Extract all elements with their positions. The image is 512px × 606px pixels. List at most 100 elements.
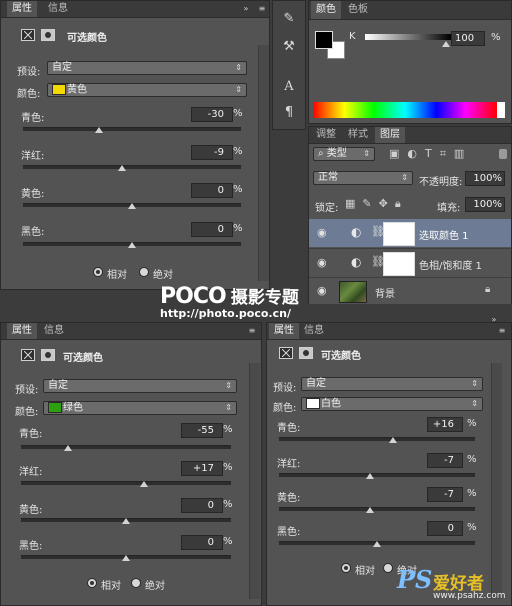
tab-properties[interactable]: 属性 [269,323,299,339]
absolute-radio[interactable] [139,267,149,277]
black-slider-thumb[interactable] [128,242,136,248]
cyan-input[interactable]: +16 [427,417,463,432]
black-slider-thumb[interactable] [373,541,381,547]
color-select[interactable]: 白色 ⇕ [301,397,483,411]
cyan-slider-track[interactable] [279,437,475,441]
spectrum-white[interactable] [497,102,505,118]
magenta-slider-thumb[interactable] [118,165,127,171]
brush-presets-icon[interactable]: ✎ [279,9,299,29]
mask-icon[interactable] [41,349,55,361]
preset-select[interactable]: 自定 ⇕ [47,61,247,75]
visibility-eye-icon[interactable]: ◉ [317,226,327,239]
filter-icons[interactable]: ▣◐T⌗▥ [389,147,472,161]
absolute-radio[interactable] [131,578,141,588]
magenta-input[interactable]: +17 [181,461,223,476]
cyan-pct: % [233,108,243,119]
yellow-input[interactable]: 0 [181,498,223,513]
black-input[interactable]: 0 [181,535,223,550]
color-select[interactable]: 绿色 ⇕ [43,401,237,415]
blend-mode-select[interactable]: 正常 ⇕ [313,171,413,185]
preset-select[interactable]: 自定 ⇕ [301,377,483,391]
character-icon[interactable]: A [279,77,299,97]
spectrum-ramp[interactable] [313,102,497,118]
yellow-input[interactable]: -7 [427,487,463,502]
cyan-slider-thumb[interactable] [95,127,104,133]
cyan-slider-track[interactable] [23,127,241,131]
cyan-input[interactable]: -30 [191,107,233,122]
panel-menu-icon[interactable]: ≡ [497,326,507,336]
magenta-slider-track[interactable] [279,473,475,477]
relative-radio[interactable] [87,578,97,588]
tab-properties[interactable]: 属性 [7,1,37,17]
tab-layers[interactable]: 图层 [375,127,405,143]
scrollbar[interactable] [249,363,260,599]
black-pct: % [467,522,477,533]
tab-styles[interactable]: 样式 [343,127,373,143]
mask-icon[interactable] [299,347,313,359]
black-input[interactable]: 0 [191,222,233,237]
paragraph-icon[interactable]: ¶ [279,103,299,123]
layer-filter-select[interactable]: ⌕ 类型 ⇕ [313,147,375,161]
preset-value: 自定 [306,378,326,389]
lock-icons[interactable]: ▦✎✥🔒︎ [345,197,408,211]
collapse-icon[interactable]: » [489,315,499,325]
yellow-input[interactable]: 0 [191,183,233,198]
magenta-slider-thumb[interactable] [139,481,148,487]
k-slider-thumb[interactable] [442,41,450,47]
magenta-pct: % [223,462,233,473]
color-value: 绿色 [63,402,83,414]
poco-brand: POCO [160,284,227,309]
preset-select[interactable]: 自定 ⇕ [43,379,237,393]
ps-logo-text: PS [397,565,433,594]
scrollbar[interactable] [258,45,269,281]
foreground-color-swatch[interactable] [315,31,333,49]
relative-radio[interactable] [341,563,351,573]
tool-presets-icon[interactable]: ⚒ [279,37,299,57]
relative-radio[interactable] [93,267,103,277]
tab-info[interactable]: 信息 [39,323,69,339]
cyan-input[interactable]: -55 [181,423,223,438]
tab-info[interactable]: 信息 [43,1,73,17]
cyan-label: 青色: [21,113,45,124]
yellow-slider-thumb[interactable] [122,518,130,524]
scrollbar[interactable] [491,363,502,599]
adjustment-layer-icon: ◐ [351,225,362,239]
magenta-input[interactable]: -9 [191,145,233,160]
yellow-slider-thumb[interactable] [128,203,136,209]
layer-row[interactable]: ◉ ◐ ⛓ 选取颜色 1 [309,219,511,247]
collapse-icon[interactable]: » [241,4,251,14]
absolute-radio[interactable] [383,563,393,573]
cyan-slider-track[interactable] [21,445,231,449]
magenta-slider-thumb[interactable] [366,473,375,479]
color-value: 黄色 [67,84,87,96]
tab-info[interactable]: 信息 [299,323,329,339]
preset-value: 自定 [48,380,68,391]
visibility-eye-icon[interactable]: ◉ [317,256,327,269]
k-value-input[interactable]: 100 [451,31,485,46]
tab-swatches[interactable]: 色板 [343,1,373,19]
preset-label: 预设: [15,385,39,396]
filter-kind: 类型 [326,148,347,159]
opacity-input[interactable]: 100% [465,171,505,186]
yellow-slider-track[interactable] [279,507,475,511]
k-slider-ramp[interactable] [365,34,451,40]
color-select[interactable]: 黄色 ⇕ [47,83,247,97]
yellow-slider-thumb[interactable] [366,507,375,513]
cyan-pct: % [223,424,233,435]
tab-properties[interactable]: 属性 [7,323,37,339]
panel-menu-icon[interactable]: ≡ [247,326,257,336]
magenta-input[interactable]: -7 [427,453,463,468]
mask-icon[interactable] [41,29,55,41]
magenta-slider-track[interactable] [21,481,231,485]
black-input[interactable]: 0 [427,521,463,536]
tab-adjustments[interactable]: 调整 [311,127,341,143]
cyan-slider-thumb[interactable] [388,437,397,443]
cyan-slider-thumb[interactable] [64,445,73,451]
fill-input[interactable]: 100% [465,197,505,212]
black-slider-thumb[interactable] [122,555,130,561]
tab-color[interactable]: 颜色 [311,1,341,19]
layer-row[interactable]: ◉ ◐ ⛓ 色相/饱和度 1 [309,248,511,277]
panel-menu-icon[interactable]: ≡ [257,4,267,14]
filter-toggle[interactable] [499,149,507,159]
magenta-slider-track[interactable] [23,165,241,169]
